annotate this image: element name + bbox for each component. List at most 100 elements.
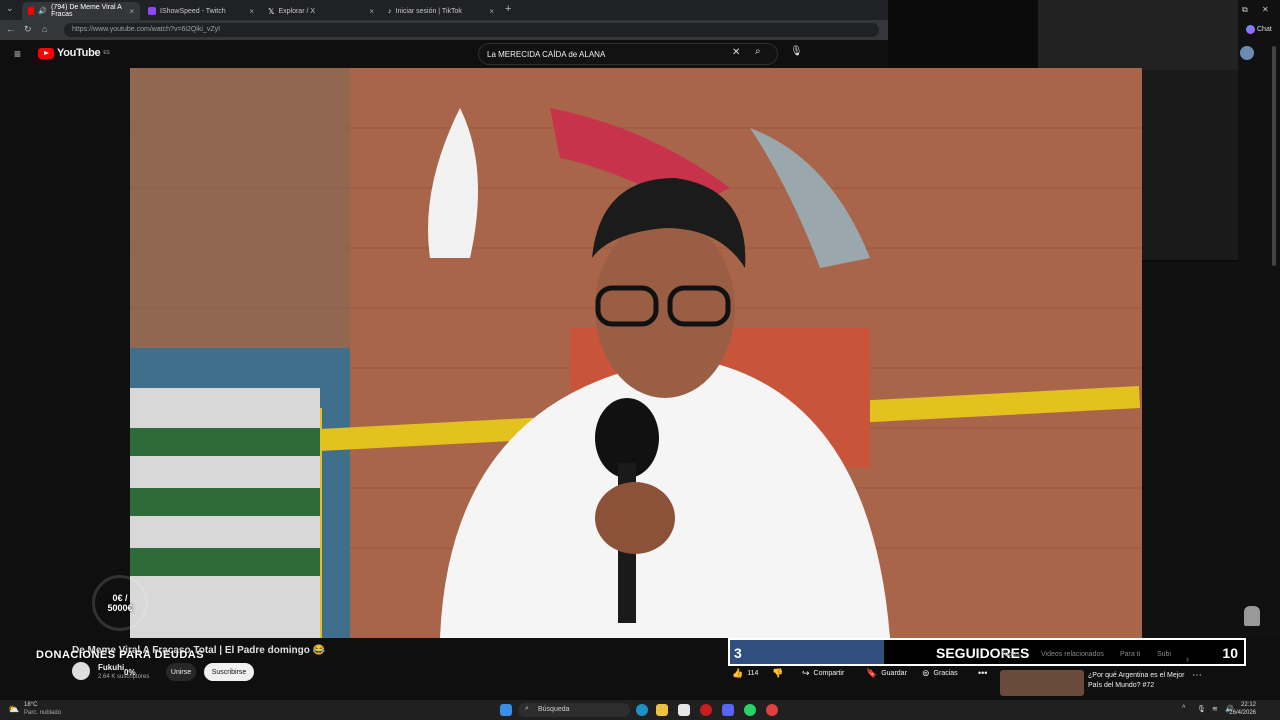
like-button[interactable]: 👍 114 (732, 667, 758, 679)
chrome-icon[interactable] (766, 704, 778, 716)
search-icon: ⌕ (525, 705, 529, 712)
dislike-button[interactable]: 👎 (772, 667, 783, 679)
tiktok-logo-icon: ♪ (388, 7, 392, 15)
video-player[interactable] (130, 68, 1142, 638)
tab-twitch[interactable]: IShowSpeed - Twitch × (142, 2, 260, 20)
hamburger-menu-icon[interactable]: ≡ (14, 47, 21, 61)
clock-time[interactable]: 22:12 (1241, 702, 1256, 708)
reload-icon[interactable]: ↻ (24, 24, 32, 35)
url-field[interactable]: https://www.youtube.com/watch?v=6i2Qiki_… (64, 23, 879, 37)
avatar[interactable] (1240, 46, 1254, 60)
chat-label: Chat (1257, 26, 1272, 33)
more-actions-button[interactable]: ••• (978, 667, 987, 679)
streamer-mascot-icon (1244, 606, 1260, 626)
thumbs-down-icon: 👎 (772, 667, 784, 678)
related-video-thumbnail[interactable] (1000, 670, 1084, 696)
share-arrow-icon: ↪ (802, 667, 810, 678)
followers-progress-fill (730, 640, 885, 664)
donation-goal: 5000€ (107, 603, 133, 613)
youtube-logo[interactable]: YouTube ES (38, 47, 110, 59)
file-explorer-icon[interactable] (656, 704, 668, 716)
thanks-button[interactable]: ⊜ Gracias (922, 667, 958, 679)
microphone-icon[interactable]: 🎙 (790, 46, 803, 57)
region-code: ES (103, 50, 110, 56)
x-logo-icon: 𝕏 (268, 6, 275, 16)
app-red-icon[interactable] (700, 704, 712, 716)
join-button[interactable]: Unirse (166, 663, 196, 681)
chip-uploaded[interactable]: Subi (1157, 651, 1171, 658)
clear-search-icon[interactable]: ✕ (732, 47, 740, 58)
speaker-icon: 🔊 (38, 8, 48, 15)
followers-current: 3 (734, 645, 742, 661)
chip-for-you[interactable]: Para ti (1120, 651, 1140, 658)
store-icon[interactable] (678, 704, 690, 716)
share-button[interactable]: ↪ Compartir (802, 667, 844, 679)
microphone-tray-icon[interactable]: 🎙 (1197, 705, 1206, 713)
channel-name[interactable]: Fukuhi (98, 663, 124, 672)
edge-browser-icon[interactable] (636, 704, 648, 716)
discord-icon[interactable] (722, 704, 734, 716)
donation-amount: 0€ / (112, 593, 128, 603)
window-close-icon[interactable]: ✕ (1262, 5, 1269, 14)
video-frame (130, 68, 1142, 638)
whatsapp-icon[interactable] (744, 704, 756, 716)
share-label: Compartir (813, 669, 845, 677)
page-scrollbar[interactable] (1272, 46, 1276, 266)
close-tab-icon[interactable]: × (369, 7, 374, 16)
followers-goal: 10 (1222, 645, 1238, 661)
bookmark-icon: 🔖 (866, 667, 878, 678)
logo-text: YouTube (57, 47, 101, 59)
donation-percent: 0% (124, 668, 136, 677)
related-more-icon[interactable]: ⋯ (1192, 670, 1202, 681)
youtube-header: ≡ YouTube ES La MERECIDA CAÍDA de ALANA … (0, 40, 888, 68)
back-arrow-icon[interactable]: ← (6, 24, 15, 34)
close-tab-icon[interactable]: × (249, 7, 254, 16)
tab-label: (794) De Meme Viral A Fracas (51, 4, 122, 18)
chevron-right-icon[interactable]: › (1186, 654, 1189, 664)
clock-date[interactable]: 26/4/2026 (1229, 710, 1256, 716)
tab-label: Iniciar sesión | TikTok (395, 7, 462, 15)
windows-taskbar: ⛅ 18°C Parc. nublado ⌕ Búsqueda ^ 🎙 ≋ 🔊 … (0, 700, 1280, 720)
like-count: 114 (747, 669, 759, 677)
channel-avatar[interactable] (72, 662, 90, 680)
windows-start-icon[interactable] (500, 704, 512, 716)
url-text: https://www.youtube.com/watch?v=6i2Qiki_… (72, 26, 221, 33)
youtube-play-logo-icon (38, 47, 54, 59)
tab-list-chevron-icon[interactable]: ⌄ (6, 3, 14, 14)
new-tab-plus-icon[interactable]: + (505, 3, 511, 15)
taskbar-search-input[interactable]: ⌕ Búsqueda (518, 703, 630, 717)
copilot-chat-button[interactable]: Chat (1246, 25, 1272, 34)
weather-description: Parc. nublado (24, 710, 62, 716)
home-icon[interactable]: ⌂ (42, 24, 47, 34)
thanks-label: Gracias (933, 669, 958, 677)
close-tab-icon[interactable]: × (129, 7, 134, 16)
related-video-title[interactable]: ¿Por qué Argentina es el Mejor País del … (1088, 671, 1188, 691)
weather-temperature: 18°C (24, 702, 38, 708)
taskbar-search-text: Búsqueda (538, 706, 570, 713)
more-dots-icon: ••• (978, 668, 988, 678)
weather-cloud-icon: ⛅ (8, 704, 20, 714)
thanks-dollar-icon: ⊜ (922, 667, 930, 678)
donation-goal-widget: 0€ / 5000€ (92, 575, 148, 631)
thumbs-up-icon: 👍 (732, 667, 744, 678)
tab-label: Explorar / X (278, 7, 316, 15)
chip-related[interactable]: Videos relacionados (1041, 651, 1104, 658)
save-label: Guardar (881, 669, 907, 677)
close-tab-icon[interactable]: × (489, 7, 494, 16)
address-bar-row: ← ↻ ⌂ https://www.youtube.com/watch?v=6i… (0, 20, 888, 40)
tab-tiktok[interactable]: ♪ Iniciar sesión | TikTok × (382, 2, 500, 20)
tab-youtube[interactable]: 🔊 (794) De Meme Viral A Fracas × (22, 2, 140, 20)
chip-all[interactable]: Todos (1001, 651, 1020, 658)
search-query-text: La MERECIDA CAÍDA de ALANA (487, 50, 606, 59)
tab-x[interactable]: 𝕏 Explorar / X × (262, 2, 380, 20)
tab-label: IShowSpeed - Twitch (160, 7, 226, 15)
subscribe-button[interactable]: Suscribirse (204, 663, 254, 681)
tray-expand-icon[interactable]: ^ (1182, 705, 1185, 712)
search-icon[interactable]: ⌕ (755, 46, 761, 57)
twitch-favicon-icon (148, 7, 156, 15)
donation-title: DONACIONES PARA DEUDAS (36, 649, 205, 661)
window-restore-icon[interactable]: ⧉ (1242, 5, 1248, 15)
wifi-icon[interactable]: ≋ (1212, 705, 1218, 713)
copilot-icon (1246, 25, 1255, 34)
save-button[interactable]: 🔖 Guardar (866, 667, 907, 679)
